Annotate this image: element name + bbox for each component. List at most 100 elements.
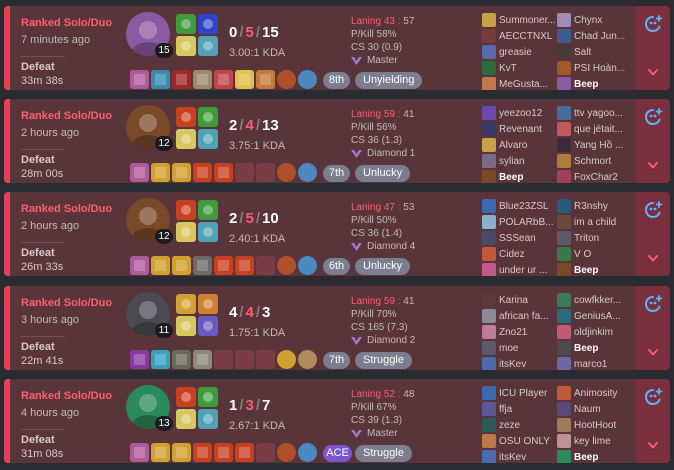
player-row-blue[interactable]: SSSean [482,230,556,246]
secondary-rune-icon[interactable] [198,36,218,56]
player-row-blue[interactable]: OSU ONLY [482,433,556,449]
player-row-blue[interactable]: Alvaro [482,137,556,153]
player-row-blue[interactable]: Beep [482,169,556,183]
secondary-rune-icon[interactable] [198,129,218,149]
player-name[interactable]: african fa... [499,311,555,322]
player-row-blue[interactable]: Zno21 [482,324,556,340]
player-row-red[interactable]: oldjinkim [557,324,631,340]
player-row-blue[interactable]: MeGusta... [482,76,556,90]
secondary-rune-icon[interactable] [198,409,218,429]
item-slot-5[interactable] [214,443,233,462]
player-row-red[interactable]: Beep [557,262,631,276]
player-name[interactable]: Beep [574,265,630,276]
trinket-slot[interactable] [277,350,296,369]
player-row-red[interactable]: Salt [557,44,631,60]
player-row-red[interactable]: Chynx [557,12,631,28]
player-row-red[interactable]: V O [557,246,631,262]
player-row-blue[interactable]: sylian [482,153,556,169]
player-row-blue[interactable]: Karina [482,292,556,308]
player-name[interactable]: Yang Hồ ... [574,140,630,151]
item-slot-2[interactable] [151,256,170,275]
player-name[interactable]: que jétait... [574,124,630,135]
item-slot-4[interactable] [193,443,212,462]
trinket-slot[interactable] [277,256,296,275]
item-slot-7[interactable] [256,350,275,369]
secondary-rune-icon[interactable] [198,316,218,336]
player-name[interactable]: moe [499,343,555,354]
player-name[interactable]: Animosity [574,388,630,399]
match-card[interactable]: Ranked Solo/Duo 4 hours ago Defeat 31m 0… [4,379,670,463]
add-friend-plus-icon[interactable] [643,200,663,220]
player-row-red[interactable]: GeniusA... [557,308,631,324]
player-row-red[interactable]: key lime [557,433,631,449]
player-name[interactable]: itsKev [499,452,555,463]
player-name[interactable]: GeniusA... [574,311,630,322]
player-row-red[interactable]: R3nshy [557,198,631,214]
player-row-blue[interactable]: under ur ... [482,262,556,276]
item-slot-6[interactable] [235,163,254,182]
player-name[interactable]: Beep [499,172,555,183]
summoner-spell-2-icon[interactable] [198,294,218,314]
item-slot-7[interactable] [256,443,275,462]
player-row-blue[interactable]: Revenant [482,121,556,137]
player-name[interactable]: R3nshy [574,201,630,212]
chevron-down-icon[interactable] [648,162,658,169]
match-card[interactable]: Ranked Solo/Duo 3 hours ago Defeat 22m 4… [4,286,670,370]
player-row-blue[interactable]: AECCTNXL [482,28,556,44]
role-quest-slot[interactable] [298,163,317,182]
role-quest-slot[interactable] [298,443,317,462]
player-row-blue[interactable]: POLARbB... [482,214,556,230]
player-name[interactable]: marco1 [574,359,630,370]
item-slot-2[interactable] [151,70,170,89]
item-slot-5[interactable] [214,256,233,275]
player-name[interactable]: Karina [499,295,555,306]
player-row-blue[interactable]: Cidez [482,246,556,262]
item-slot-2[interactable] [151,163,170,182]
item-slot-4[interactable] [193,256,212,275]
player-name[interactable]: KvT [499,63,555,74]
summoner-spell-1-icon[interactable] [176,294,196,314]
player-name[interactable]: Cidez [499,249,555,260]
item-slot-5[interactable] [214,70,233,89]
primary-rune-icon[interactable] [176,222,196,242]
player-name[interactable]: OSU ONLY [499,436,555,447]
role-quest-slot[interactable] [298,256,317,275]
player-name[interactable]: Naum [574,404,630,415]
item-slot-6[interactable] [235,350,254,369]
player-row-blue[interactable]: yeezoo12 [482,105,556,121]
player-row-red[interactable]: que jétait... [557,121,631,137]
item-slot-5[interactable] [214,163,233,182]
add-friend-plus-icon[interactable] [643,387,663,407]
player-row-red[interactable]: Beep [557,340,631,356]
player-row-blue[interactable]: african fa... [482,308,556,324]
item-slot-1[interactable] [130,350,149,369]
player-row-red[interactable]: Naum [557,401,631,417]
primary-rune-icon[interactable] [176,409,196,429]
player-row-red[interactable]: Triton [557,230,631,246]
player-row-blue[interactable]: zeze [482,417,556,433]
player-name[interactable]: Zno21 [499,327,555,338]
player-name[interactable]: ttv yagoo... [574,108,630,119]
player-row-red[interactable]: cowfkker... [557,292,631,308]
player-name[interactable]: Alvaro [499,140,555,151]
player-name[interactable]: Triton [574,233,630,244]
player-row-red[interactable]: marco1 [557,356,631,370]
match-card[interactable]: Ranked Solo/Duo 2 hours ago Defeat 28m 0… [4,99,670,183]
summoner-spell-1-icon[interactable] [176,107,196,127]
player-row-blue[interactable]: Blue23ZSL [482,198,556,214]
chevron-down-icon[interactable] [648,69,658,76]
player-name[interactable]: FoxChar2 [574,172,630,183]
secondary-rune-icon[interactable] [198,222,218,242]
item-slot-1[interactable] [130,70,149,89]
player-name[interactable]: ICU Player [499,388,555,399]
player-name[interactable]: Chynx [574,15,630,26]
role-quest-slot[interactable] [298,350,317,369]
item-slot-2[interactable] [151,350,170,369]
trinket-slot[interactable] [277,70,296,89]
player-name[interactable]: Summoner... [499,15,555,26]
trinket-slot[interactable] [277,163,296,182]
summoner-spell-2-icon[interactable] [198,14,218,34]
player-name[interactable]: zeze [499,420,555,431]
item-slot-4[interactable] [193,70,212,89]
match-card[interactable]: Ranked Solo/Duo 2 hours ago Defeat 26m 3… [4,192,670,276]
